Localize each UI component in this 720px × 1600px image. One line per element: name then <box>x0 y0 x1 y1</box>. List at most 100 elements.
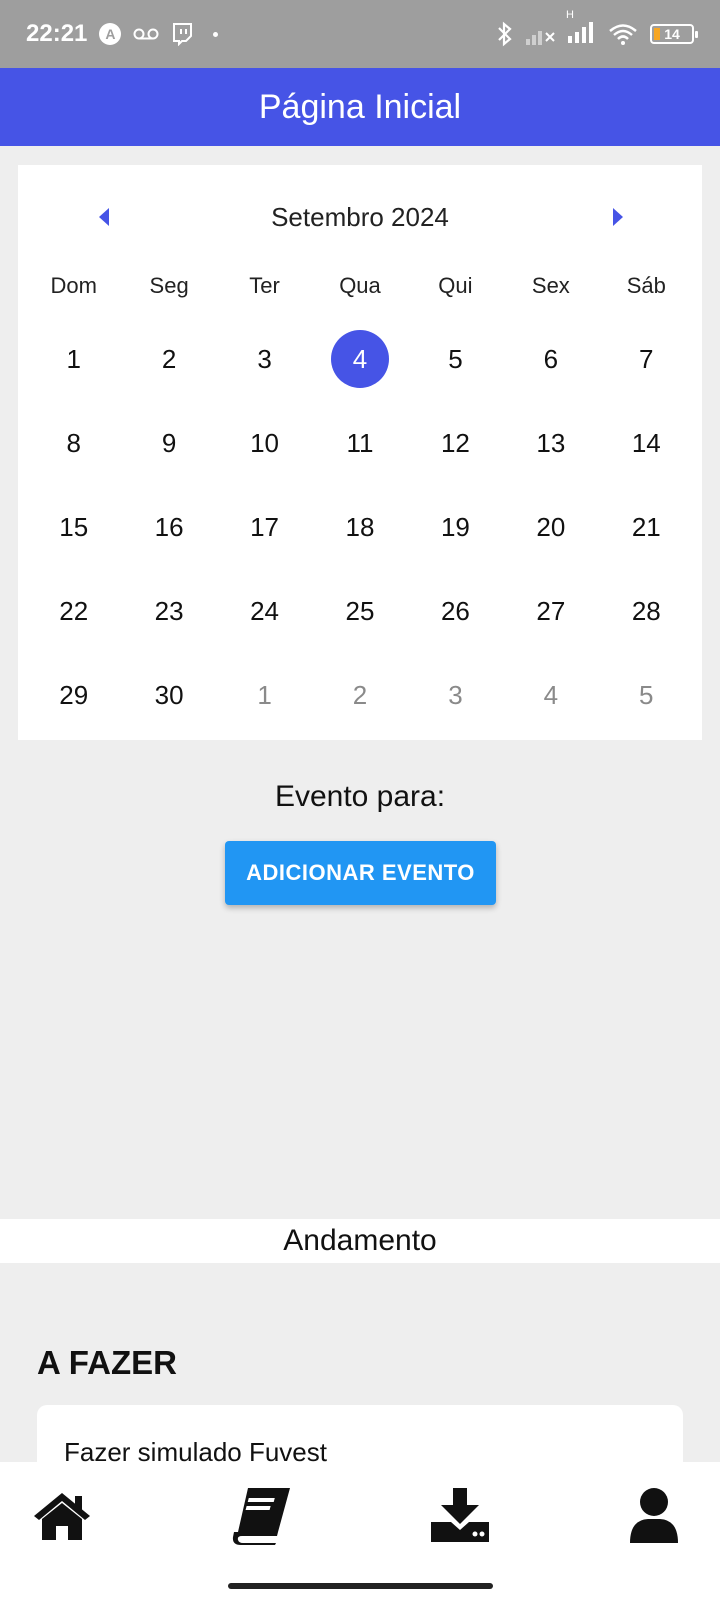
calendar-day[interactable]: 28 <box>599 569 694 653</box>
calendar-day-label: 22 <box>59 595 89 626</box>
previous-month-button[interactable] <box>82 195 126 239</box>
battery-level: 14 <box>664 26 680 42</box>
nav-book-button[interactable] <box>230 1486 294 1546</box>
calendar-day[interactable]: 16 <box>121 485 216 569</box>
system-home-handle[interactable] <box>228 1583 493 1589</box>
calendar-day[interactable]: 23 <box>121 569 216 653</box>
wifi-icon <box>609 24 637 45</box>
weekday-label: Qui <box>438 273 473 298</box>
download-icon <box>431 1488 489 1542</box>
calendar-day-label: 1 <box>257 679 272 710</box>
status-time: 22:21 <box>26 20 88 47</box>
calendar-day[interactable]: 22 <box>26 569 121 653</box>
calendar-day-label: 2 <box>161 343 177 374</box>
calendar-day-label: 15 <box>59 511 89 542</box>
calendar-month-label: Setembro 2024 <box>271 201 449 232</box>
calendar-day-label: 3 <box>257 343 272 374</box>
calendar-header: Setembro 2024 <box>18 195 702 239</box>
book-icon <box>232 1488 290 1545</box>
weekday-label: Ter <box>249 273 280 298</box>
nav-profile-button[interactable] <box>622 1486 686 1546</box>
signal-muted-icon <box>526 31 555 45</box>
calendar-day-label: 2 <box>352 679 368 710</box>
calendar-day-label: 23 <box>154 595 184 626</box>
calendar-day-label: 11 <box>346 427 374 458</box>
weekday-label: Qua <box>339 273 381 298</box>
calendar-day-label: 20 <box>536 511 566 542</box>
calendar-day-label: 6 <box>543 343 559 374</box>
calendar-day-label: 5 <box>639 679 654 710</box>
calendar-day-label: 7 <box>639 343 654 374</box>
calendar-day[interactable]: 17 <box>217 485 312 569</box>
home-icon <box>34 1493 90 1540</box>
calendar-day[interactable]: 15 <box>26 485 121 569</box>
bottom-navigation <box>0 1462 720 1600</box>
calendar-day-other-month[interactable]: 3 <box>408 653 503 737</box>
calendar-day[interactable]: 7 <box>599 317 694 401</box>
nav-download-button[interactable] <box>428 1486 492 1546</box>
calendar-day-label: 24 <box>250 595 280 626</box>
calendar-day-other-month[interactable]: 4 <box>503 653 598 737</box>
calendar-day[interactable]: 13 <box>503 401 598 485</box>
calendar-day-selected[interactable]: 4 <box>312 317 407 401</box>
calendar-day[interactable]: 11 <box>312 401 407 485</box>
calendar-day[interactable]: 8 <box>26 401 121 485</box>
page-title: Página Inicial <box>258 87 462 126</box>
calendar-day-label: 25 <box>345 595 375 626</box>
weekday-label: Sex <box>531 273 570 298</box>
battery-icon: 14 <box>650 24 698 44</box>
calendar-day[interactable]: 29 <box>26 653 121 737</box>
calendar-day-other-month[interactable]: 2 <box>312 653 407 737</box>
chevron-right-icon <box>613 208 623 226</box>
calendar-day[interactable]: 3 <box>217 317 312 401</box>
event-for-label: Evento para: <box>274 780 446 813</box>
calendar-day[interactable]: 1 <box>26 317 121 401</box>
calendar-day-label: 4 <box>330 330 389 388</box>
calendar-day[interactable]: 21 <box>599 485 694 569</box>
calendar-day-label: 4 <box>543 679 559 710</box>
calendar-day-label: 29 <box>59 679 89 710</box>
calendar-day[interactable]: 6 <box>503 317 598 401</box>
weekday-label: Dom <box>50 273 97 298</box>
calendar-day[interactable]: 30 <box>121 653 216 737</box>
weekday-label: Sáb <box>626 273 666 298</box>
calendar-day[interactable]: 26 <box>408 569 503 653</box>
calendar-day[interactable]: 25 <box>312 569 407 653</box>
calendar-day-label: 8 <box>66 427 81 458</box>
calendar-day[interactable]: 18 <box>312 485 407 569</box>
network-type: H <box>566 8 574 21</box>
user-icon <box>630 1488 678 1543</box>
calendar-day-label: 10 <box>250 427 280 458</box>
nav-home-button[interactable] <box>30 1486 94 1546</box>
calendar-day[interactable]: 14 <box>599 401 694 485</box>
weekday-row: Dom Seg Ter Qua Qui Sex Sáb <box>26 273 694 299</box>
calendar-day-label: 3 <box>448 679 463 710</box>
calendar-day[interactable]: 20 <box>503 485 598 569</box>
status-bar-left: 22:21 A <box>26 20 219 48</box>
weekday-label: Seg <box>149 273 189 298</box>
notification-dot <box>213 31 219 37</box>
status-bar: 22:21 A H 14 <box>0 0 720 68</box>
calendar-day-other-month[interactable]: 5 <box>599 653 694 737</box>
next-month-button[interactable] <box>596 195 640 239</box>
add-event-button[interactable]: ADICIONAR EVENTO <box>225 841 496 905</box>
voicemail-icon <box>133 28 159 40</box>
calendar-day-label: 19 <box>440 511 470 542</box>
app-bar: Página Inicial <box>0 68 720 146</box>
calendar-day-label: 13 <box>536 427 566 458</box>
calendar: Setembro 2024 Dom Seg Ter Qua Qui Sex Sá… <box>18 165 702 740</box>
calendar-day[interactable]: 19 <box>408 485 503 569</box>
bluetooth-icon <box>498 21 512 47</box>
twitch-icon <box>173 23 193 46</box>
calendar-day[interactable]: 12 <box>408 401 503 485</box>
calendar-day[interactable]: 27 <box>503 569 598 653</box>
calendar-day[interactable]: 10 <box>217 401 312 485</box>
calendar-day[interactable]: 9 <box>121 401 216 485</box>
calendar-day[interactable]: 5 <box>408 317 503 401</box>
todo-section-title: A FAZER <box>37 1344 177 1381</box>
calendar-day-label: 30 <box>154 679 184 710</box>
calendar-day[interactable]: 2 <box>121 317 216 401</box>
calendar-day-other-month[interactable]: 1 <box>217 653 312 737</box>
calendar-day[interactable]: 24 <box>217 569 312 653</box>
calendar-day-label: 18 <box>345 511 375 542</box>
